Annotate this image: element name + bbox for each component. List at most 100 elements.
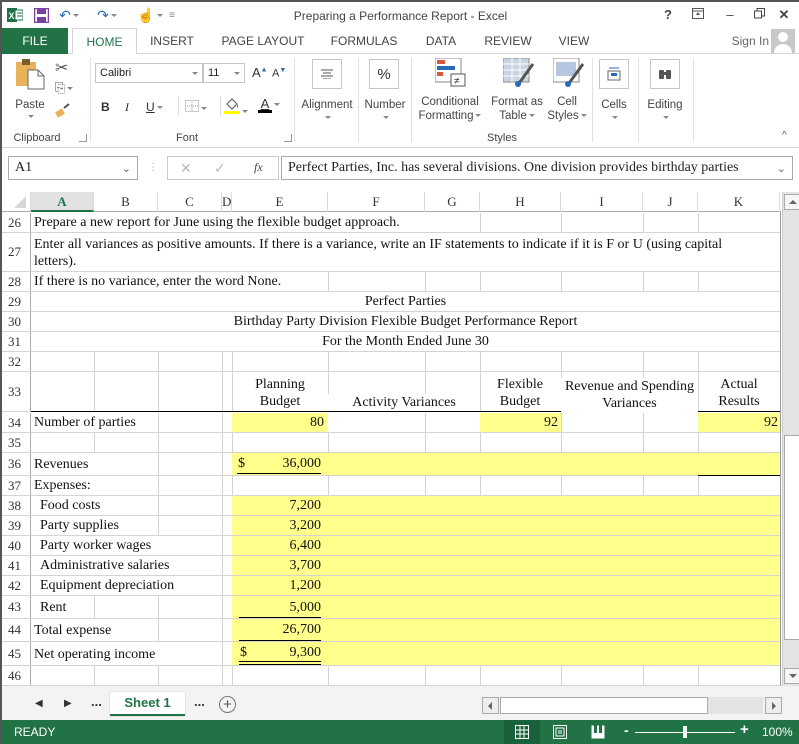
worksheet-grid[interactable]: A B C D E F G H I J K 26 Prepare a new r… <box>2 192 781 686</box>
collapse-ribbon-icon[interactable]: ^ <box>782 130 787 141</box>
increase-font-size-button[interactable]: A▲ <box>252 65 268 80</box>
tab-page-layout[interactable]: PAGE LAYOUT <box>214 28 312 54</box>
page-layout-view-icon[interactable] <box>542 720 578 744</box>
cells-icon[interactable] <box>599 59 629 89</box>
row-header[interactable]: 44 <box>2 619 31 641</box>
column-header-f[interactable]: F <box>328 192 425 212</box>
previous-sheet-icon[interactable]: ◀ <box>35 698 43 709</box>
page-break-view-icon[interactable] <box>580 720 616 744</box>
vertical-scrollbar[interactable] <box>782 192 799 686</box>
font-size-dropdown[interactable]: 11 <box>203 63 245 83</box>
normal-view-icon[interactable] <box>504 720 540 744</box>
column-header-k[interactable]: K <box>698 192 780 212</box>
column-header-h[interactable]: H <box>480 192 561 212</box>
percent-icon[interactable]: % <box>369 59 399 89</box>
column-header-b[interactable]: B <box>94 192 158 212</box>
row-header[interactable]: 31 <box>2 332 31 351</box>
scroll-right-icon[interactable] <box>765 697 782 714</box>
font-launcher-icon[interactable] <box>284 134 292 142</box>
column-header-c[interactable]: C <box>158 192 222 212</box>
conditional-formatting-icon[interactable]: ≠ <box>434 57 467 91</box>
row-header[interactable]: 38 <box>2 496 31 515</box>
next-sheet-icon[interactable]: ▶ <box>64 698 72 709</box>
row-header[interactable]: 41 <box>2 556 31 575</box>
horizontal-scroll-thumb[interactable] <box>500 697 708 714</box>
name-box-dropdown-icon[interactable]: ⌄ <box>122 158 131 180</box>
tab-formulas[interactable]: FORMULAS <box>324 28 404 54</box>
editing-button[interactable]: Editing <box>642 98 688 112</box>
format-painter-icon[interactable] <box>55 102 71 118</box>
avatar[interactable] <box>771 29 795 53</box>
row-header[interactable]: 45 <box>2 642 31 665</box>
alignment-icon[interactable] <box>312 59 342 89</box>
insert-function-icon[interactable]: fx <box>254 160 263 175</box>
zoom-slider-thumb[interactable] <box>683 726 687 738</box>
row-header[interactable]: 34 <box>2 413 31 432</box>
sign-in-link[interactable]: Sign In <box>732 34 769 48</box>
name-box[interactable]: A1 ⌄ <box>8 156 138 180</box>
close-icon[interactable]: ✕ <box>774 7 794 23</box>
vertical-scroll-thumb[interactable] <box>784 435 799 640</box>
help-icon[interactable]: ? <box>658 7 678 23</box>
clipboard-launcher-icon[interactable] <box>79 134 87 142</box>
formula-input[interactable]: Perfect Parties, Inc. has several divisi… <box>281 156 793 180</box>
sheet-tab-sheet1[interactable]: Sheet 1 <box>110 692 185 716</box>
alignment-button[interactable]: Alignment <box>298 98 356 112</box>
bold-button[interactable]: B <box>101 100 110 114</box>
tab-insert[interactable]: INSERT <box>142 28 202 54</box>
fill-color-button[interactable] <box>224 97 248 118</box>
paste-icon[interactable] <box>14 58 46 90</box>
row-header[interactable]: 33 <box>2 372 31 412</box>
cut-icon[interactable]: ✂ <box>55 58 68 78</box>
italic-button[interactable]: I <box>125 100 129 115</box>
more-sheets-left-button[interactable]: ... <box>91 694 102 709</box>
confirm-entry-icon[interactable]: ✓ <box>214 160 226 177</box>
format-as-table-icon[interactable] <box>502 57 535 91</box>
select-all-corner[interactable] <box>2 192 31 212</box>
column-header-i[interactable]: I <box>561 192 643 212</box>
column-header-d[interactable]: D <box>222 192 232 212</box>
minimize-icon[interactable]: – <box>720 7 740 23</box>
row-header[interactable]: 27 <box>2 233 31 271</box>
row-header[interactable]: 30 <box>2 312 31 331</box>
find-binoculars-icon[interactable] <box>650 59 680 89</box>
row-header[interactable]: 32 <box>2 352 31 371</box>
column-header-j[interactable]: J <box>643 192 698 212</box>
add-sheet-icon[interactable]: + <box>219 696 236 713</box>
more-sheets-right-button[interactable]: ... <box>194 694 205 709</box>
row-header[interactable]: 42 <box>2 576 31 595</box>
column-header-a[interactable]: A <box>31 192 94 212</box>
scroll-down-icon[interactable] <box>784 668 799 684</box>
row-header[interactable]: 26 <box>2 213 31 232</box>
row-header[interactable]: 29 <box>2 292 31 311</box>
underline-button[interactable]: U <box>146 100 163 114</box>
zoom-level[interactable]: 100% <box>762 725 793 739</box>
scroll-left-icon[interactable] <box>482 697 499 714</box>
cell-styles-icon[interactable] <box>552 57 585 91</box>
cell-styles-button[interactable]: Cell Styles <box>542 95 592 123</box>
row-header[interactable]: 35 <box>2 433 31 452</box>
row-header[interactable]: 46 <box>2 666 31 685</box>
expand-formula-bar-icon[interactable]: ⌄ <box>777 158 786 179</box>
number-button[interactable]: Number <box>360 98 410 112</box>
restore-icon[interactable] <box>749 7 769 23</box>
tab-data[interactable]: DATA <box>417 28 465 54</box>
row-header[interactable]: 37 <box>2 476 31 495</box>
copy-icon[interactable]: ⎘ <box>55 80 74 96</box>
row-header[interactable]: 28 <box>2 272 31 291</box>
tab-home[interactable]: HOME <box>72 28 137 55</box>
ribbon-display-options-icon[interactable] <box>688 7 708 23</box>
tab-view[interactable]: VIEW <box>550 28 598 54</box>
tab-file[interactable]: FILE <box>2 28 68 54</box>
tab-review[interactable]: REVIEW <box>478 28 538 54</box>
column-header-e[interactable]: E <box>232 192 328 212</box>
row-header[interactable]: 43 <box>2 596 31 618</box>
font-name-dropdown[interactable]: Calibri <box>95 63 203 83</box>
zoom-in-button[interactable]: + <box>740 721 749 738</box>
conditional-formatting-button[interactable]: Conditional Formatting <box>414 95 486 123</box>
borders-button[interactable] <box>185 100 207 115</box>
font-color-button[interactable]: A <box>258 97 280 113</box>
decrease-font-size-button[interactable]: A▼ <box>272 67 286 80</box>
scroll-up-icon[interactable] <box>784 194 799 210</box>
formula-bar-grip-icon[interactable]: ⋮ <box>148 162 158 173</box>
